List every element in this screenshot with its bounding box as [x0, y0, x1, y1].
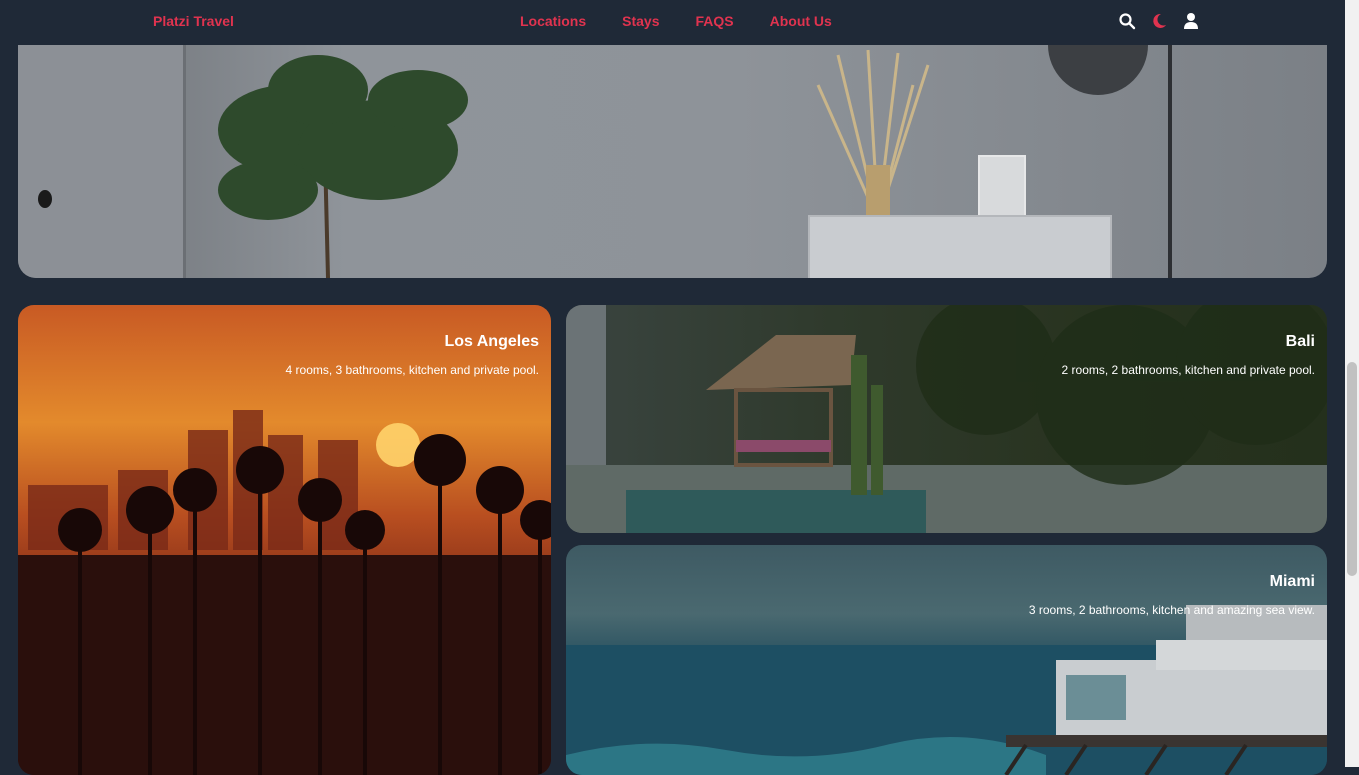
lamp-shade [1048, 45, 1148, 95]
stay-card-miami[interactable]: Miami 3 rooms, 2 bathrooms, kitchen and … [566, 545, 1327, 775]
card-title: Bali [1285, 333, 1315, 350]
door-knob [38, 190, 52, 208]
dried-grass-image [816, 49, 930, 220]
moon-icon[interactable] [1150, 12, 1168, 30]
card-description: 2 rooms, 2 bathrooms, kitchen and privat… [1061, 363, 1315, 377]
dresser-image [808, 215, 1112, 278]
main-nav: Locations Stays FAQS About Us [520, 13, 832, 29]
nav-stays[interactable]: Stays [622, 13, 659, 29]
bali-image [566, 305, 1327, 533]
miami-image [566, 605, 1327, 775]
picture-frame [978, 155, 1026, 219]
page-scrollbar[interactable] [1345, 0, 1359, 767]
card-description: 4 rooms, 3 bathrooms, kitchen and privat… [285, 363, 539, 377]
card-title: Los Angeles [444, 333, 539, 350]
search-icon[interactable] [1118, 12, 1136, 30]
card-title: Miami [1269, 573, 1315, 590]
nav-about-us[interactable]: About Us [770, 13, 832, 29]
user-icon[interactable] [1182, 12, 1200, 30]
top-navbar: Platzi Travel Locations Stays FAQS About… [0, 0, 1345, 45]
nav-faqs[interactable]: FAQS [695, 13, 733, 29]
stay-card-los-angeles[interactable]: Los Angeles 4 rooms, 3 bathrooms, kitche… [18, 305, 551, 775]
stay-card-bali[interactable]: Bali 2 rooms, 2 bathrooms, kitchen and p… [566, 305, 1327, 533]
logo-link[interactable]: Platzi Travel [153, 13, 234, 29]
card-description: 3 rooms, 2 bathrooms, kitchen and amazin… [1028, 603, 1315, 617]
plant-image [218, 55, 468, 278]
scrollbar-thumb[interactable] [1347, 362, 1357, 576]
header-icons [1118, 12, 1200, 30]
nav-locations[interactable]: Locations [520, 13, 586, 29]
